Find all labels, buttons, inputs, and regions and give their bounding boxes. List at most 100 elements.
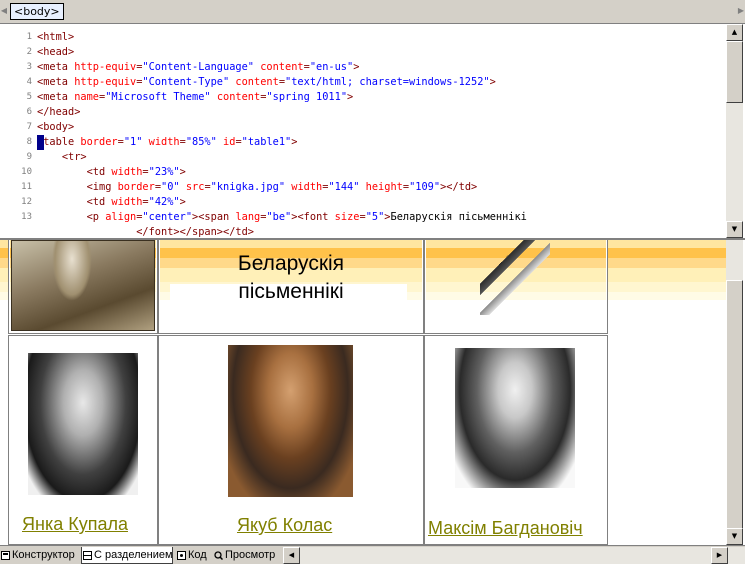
code-token: > bbox=[347, 91, 354, 103]
tab-split[interactable]: С разделением bbox=[81, 547, 173, 564]
page-title-line-2: пісьменнікі bbox=[238, 280, 344, 303]
code-vertical-scrollbar[interactable]: ▲ ▼ bbox=[726, 24, 743, 238]
code-token: "144" bbox=[328, 181, 360, 193]
design-vertical-scrollbar[interactable]: ▼ bbox=[726, 240, 743, 545]
code-token: <html> bbox=[37, 31, 75, 43]
scroll-left-arrow-icon[interactable]: ◀ bbox=[0, 3, 8, 19]
code-token: "42%" bbox=[148, 196, 180, 208]
book-image[interactable] bbox=[11, 240, 155, 331]
scroll-left-arrow-icon[interactable]: ◀ bbox=[283, 547, 300, 564]
code-token: <img bbox=[86, 181, 118, 193]
code-token: http-equiv bbox=[74, 61, 137, 73]
code-token: <meta bbox=[37, 91, 75, 103]
code-token: id bbox=[223, 136, 236, 148]
portrait-bahdanovich-image[interactable] bbox=[455, 348, 575, 488]
tab-code[interactable]: Код bbox=[176, 547, 212, 564]
line-number: 4 bbox=[26, 77, 32, 87]
line-number: 6 bbox=[26, 107, 32, 117]
code-line[interactable]: <img border="0" src="knigka.jpg" width="… bbox=[37, 180, 478, 195]
code-token: "be" bbox=[266, 211, 292, 223]
code-line[interactable]: <body> bbox=[37, 120, 74, 135]
code-token: border bbox=[80, 136, 118, 148]
tab-design[interactable]: Конструктор bbox=[0, 547, 78, 564]
code-token: "spring 1011" bbox=[266, 91, 348, 103]
portrait-kupala-image[interactable] bbox=[28, 353, 138, 495]
code-line[interactable]: <tr> bbox=[37, 150, 87, 165]
code-line[interactable]: <meta http-equiv="Content-Language" cont… bbox=[37, 60, 359, 75]
code-token: "109" bbox=[409, 181, 441, 193]
line-number: 11 bbox=[21, 182, 32, 192]
design-scroll-thumb[interactable] bbox=[726, 280, 743, 535]
tab-preview[interactable]: Просмотр bbox=[213, 547, 281, 564]
code-line[interactable]: <td width="23%"> bbox=[37, 165, 186, 180]
code-token: "knigka.jpg" bbox=[210, 181, 286, 193]
body-tag-chip[interactable]: <body> bbox=[10, 3, 64, 20]
line-number: 10 bbox=[21, 167, 32, 177]
code-line[interactable]: <head> bbox=[37, 45, 74, 60]
tab-split-label: С разделением bbox=[94, 549, 173, 561]
line-number: 9 bbox=[26, 152, 32, 162]
code-token: <p bbox=[86, 211, 106, 223]
line-number: 5 bbox=[26, 92, 32, 102]
line-number: 2 bbox=[26, 47, 32, 57]
quick-tag-selector: ◀ <body> ▶ bbox=[0, 0, 745, 24]
split-view-icon bbox=[83, 551, 92, 560]
code-token: "en-us" bbox=[309, 61, 354, 73]
code-token: border bbox=[117, 181, 155, 193]
code-token: lang bbox=[235, 211, 261, 223]
design-view-icon bbox=[1, 551, 10, 560]
code-token: "23%" bbox=[148, 166, 180, 178]
portrait-kolas-image[interactable] bbox=[228, 345, 353, 497]
code-token: content bbox=[216, 91, 261, 103]
code-token: content bbox=[260, 61, 304, 73]
writer-link-bahdanovich[interactable]: Максім Багдановіч bbox=[428, 518, 583, 539]
scroll-up-arrow-icon[interactable]: ▲ bbox=[726, 24, 743, 41]
scroll-down-arrow-icon[interactable]: ▼ bbox=[726, 528, 743, 545]
code-token: > bbox=[291, 136, 298, 148]
scroll-right-arrow-icon[interactable]: ▶ bbox=[711, 547, 728, 564]
code-token: <td bbox=[86, 196, 112, 208]
code-token: <td bbox=[86, 166, 112, 178]
code-token: width bbox=[111, 196, 143, 208]
fountain-pen-image[interactable] bbox=[480, 240, 550, 315]
code-line[interactable]: </head> bbox=[37, 105, 80, 120]
horizontal-scrollbar[interactable]: ◀ ▶ bbox=[283, 547, 745, 564]
code-line[interactable]: <td width="42%"> bbox=[37, 195, 186, 210]
code-token: > bbox=[353, 61, 360, 73]
code-token: name bbox=[74, 91, 100, 103]
code-token: "center" bbox=[142, 211, 193, 223]
code-scroll-thumb[interactable] bbox=[726, 41, 743, 103]
code-token: width bbox=[148, 136, 180, 148]
code-line[interactable]: <table border="1" width="85%" id="table1… bbox=[37, 135, 297, 150]
code-token: <tr> bbox=[61, 151, 87, 163]
code-token: </font></span></td> bbox=[136, 226, 254, 238]
code-line[interactable]: <meta http-equiv="Content-Type" content=… bbox=[37, 75, 496, 90]
code-line[interactable]: <p align="center"><span lang="be"><font … bbox=[37, 210, 527, 225]
code-token: "Microsoft Theme" bbox=[105, 91, 211, 103]
line-number: 12 bbox=[21, 197, 32, 207]
code-line[interactable]: <meta name="Microsoft Theme" content="sp… bbox=[37, 90, 353, 105]
code-token: "0" bbox=[161, 181, 180, 193]
code-token: http-equiv bbox=[74, 76, 137, 88]
code-token: "Content-Language" bbox=[142, 61, 254, 73]
code-line[interactable]: </font></span></td> bbox=[37, 225, 254, 238]
code-line[interactable]: <html> bbox=[37, 30, 74, 45]
code-token: "1" bbox=[123, 136, 143, 148]
text-cursor bbox=[37, 135, 44, 150]
line-number: 7 bbox=[26, 122, 32, 132]
code-token: content bbox=[235, 76, 279, 88]
scroll-right-arrow-icon[interactable]: ▶ bbox=[737, 3, 745, 19]
tab-preview-label: Просмотр bbox=[225, 549, 276, 561]
scroll-down-arrow-icon[interactable]: ▼ bbox=[726, 221, 743, 238]
line-number: 8 bbox=[26, 137, 32, 147]
code-token: src bbox=[185, 181, 205, 193]
writer-link-kolas[interactable]: Якуб Колас bbox=[237, 515, 332, 536]
code-editor-pane[interactable]: 1 2 3 4 5 6 7 8 9 10 11 12 13 <html> <head> <meta http… bbox=[0, 24, 745, 240]
design-view-pane[interactable]: Беларускія пісьменнікі Янка Купала Якуб … bbox=[0, 240, 745, 545]
code-token: <head> bbox=[37, 46, 75, 58]
writer-link-kupala[interactable]: Янка Купала bbox=[22, 514, 128, 535]
code-token: <meta bbox=[37, 61, 75, 73]
